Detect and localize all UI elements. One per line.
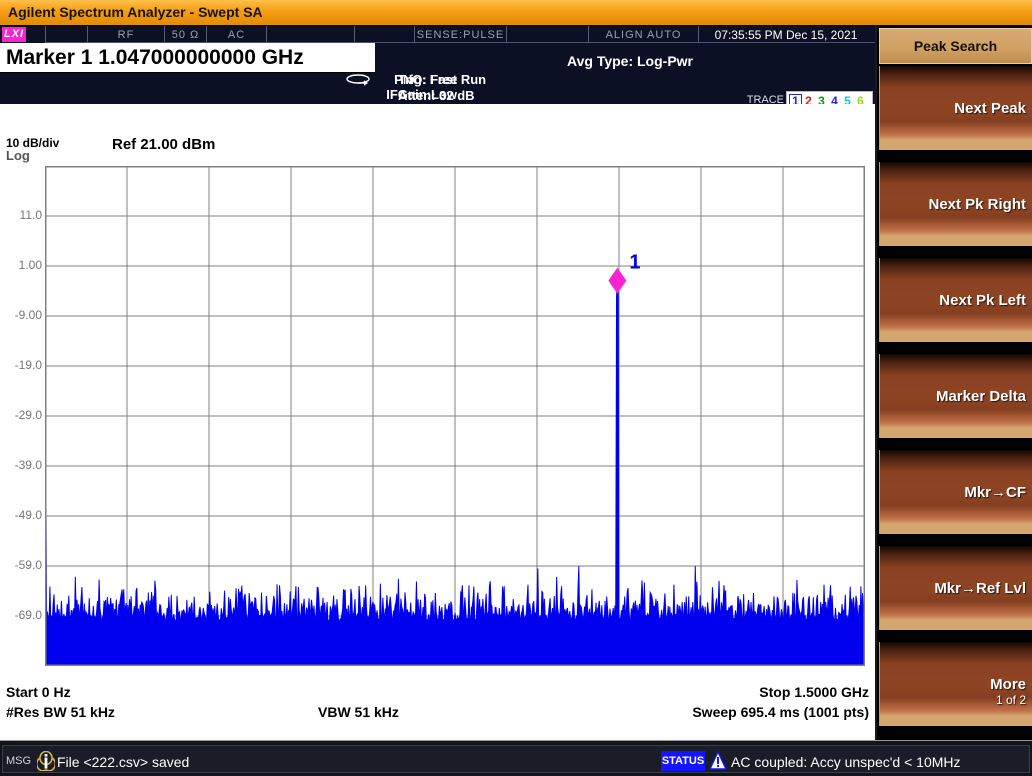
softkey-next-peak[interactable]: Next Peak [879,66,1032,150]
status-cell-4 [267,26,355,43]
softkey-label: Next Pk Left [939,292,1026,309]
status-cell-5 [355,26,415,43]
softkey-label: Next Pk Right [928,196,1026,213]
trig-label: Trig: Free Run [398,72,486,88]
status-indicator-row: LXI RF 50 Ω AC SENSE:PULSE ALIGN AUTO 07… [0,26,875,43]
graph-area: Mkr1 1.047 0 GHz -1.93 dBm 10 dB/div Log… [0,104,875,690]
title-bar: Agilent Spectrum Analyzer - Swept SA [0,0,1032,26]
msg-tag-label: MSG [6,755,31,767]
softkey-more[interactable]: More 1 of 2 [879,642,1032,726]
softkey-label: Mkr→Ref Lvl [934,580,1026,597]
y-tick-label: -19.0 [0,358,42,372]
status-timestamp: 07:35:55 PM Dec 15, 2021 [699,26,873,43]
message-bar: MSG File <222.csv> saved STATUS AC coupl… [0,740,1032,776]
res-bw-label: #Res BW 51 kHz [6,704,115,720]
vbw-label: VBW 51 kHz [318,704,399,720]
softkey-label: Mkr→CF [964,484,1026,501]
y-tick-label: -49.0 [0,508,42,522]
lxi-indicator: LXI [0,26,46,43]
avg-type-label: Avg Type: Log-Pwr [470,53,790,69]
scale-type-label: Log [6,148,30,163]
y-tick-label: -59.0 [0,558,42,572]
graph-footer: Start 0 Hz Stop 1.5000 GHz #Res BW 51 kH… [0,684,875,734]
status-cell-7 [507,26,589,43]
header-settings: Avg Type: Log-Pwr PNO: Fast IFGain:Low T… [0,73,875,104]
softkey-next-pk-left[interactable]: Next Pk Left [879,258,1032,342]
plot-canvas[interactable]: 1 [45,166,865,666]
y-tick-label: 11.0 [0,208,42,222]
softkey-mkr-to-cf[interactable]: Mkr→CF [879,450,1032,534]
status-cell-0 [46,26,88,43]
y-tick-label: -39.0 [0,458,42,472]
message-bar-inner: MSG File <222.csv> saved STATUS AC coupl… [2,745,1030,773]
graph-footer-row1: Start 0 Hz Stop 1.5000 GHz [0,684,875,704]
trigger-settings: Trig: Free Run Atten: 32 dB [398,72,486,104]
softkey-label: More [880,676,1026,693]
softkey-label: Next Peak [954,100,1026,117]
status-cell-impedance: 50 Ω [165,26,207,43]
trace-plot: 1 [45,166,865,666]
softkey-menu-title: Peak Search [879,28,1032,64]
softkey-panel: Peak Search Next Peak Next Pk Right Next… [875,26,1032,740]
spectrum-analyzer-window: Agilent Spectrum Analyzer - Swept SA LXI… [0,0,1032,776]
y-tick-label: -9.00 [0,308,42,322]
status-cell-sense: SENSE:PULSE [415,26,507,43]
softkey-page-indicator: 1 of 2 [880,693,1026,707]
graph-footer-row2: #Res BW 51 kHz VBW 51 kHz Sweep 695.4 ms… [0,704,875,726]
status-cell-coupling: AC [207,26,267,43]
msg-text: File <222.csv> saved [57,754,189,770]
y-tick-label: 1.00 [0,258,42,272]
status-cell-rf: RF [88,26,165,43]
softkey-marker-delta[interactable]: Marker Delta [879,354,1032,438]
marker-readout-text: Marker 1 1.047000000000 GHz [0,46,304,70]
y-axis-labels: 11.0 1.00 -9.00 -19.0 -29.0 -39.0 -49.0 -59.0 -6… [0,166,42,666]
softkey-mkr-to-ref-lvl[interactable]: Mkr→Ref Lvl [879,546,1032,630]
ref-level-label: Ref 21.00 dBm [112,136,215,153]
status-tag-label: STATUS [661,751,705,771]
status-text: AC coupled: Accy unspec'd < 10MHz [731,754,961,770]
marker-number-label: 1 [629,252,640,274]
stop-freq-label: Stop 1.5000 GHz [759,684,869,700]
y-tick-label: -29.0 [0,408,42,422]
window-title: Agilent Spectrum Analyzer - Swept SA [8,4,263,20]
warning-icon [709,751,727,771]
lxi-label: LXI [2,27,26,42]
softkey-label: Marker Delta [936,388,1026,405]
status-cell-align: ALIGN AUTO [589,26,699,43]
softkey-next-pk-right[interactable]: Next Pk Right [879,162,1032,246]
info-icon [37,751,55,771]
sweep-label: Sweep 695.4 ms (1001 pts) [692,704,869,720]
start-freq-label: Start 0 Hz [6,684,71,700]
instrument-header: LXI RF 50 Ω AC SENSE:PULSE ALIGN AUTO 07… [0,26,875,104]
y-tick-label: -69.0 [0,608,42,622]
marker-readout-box: Marker 1 1.047000000000 GHz [0,43,375,73]
knob-icon [345,74,371,87]
atten-label: Atten: 32 dB [398,88,486,104]
